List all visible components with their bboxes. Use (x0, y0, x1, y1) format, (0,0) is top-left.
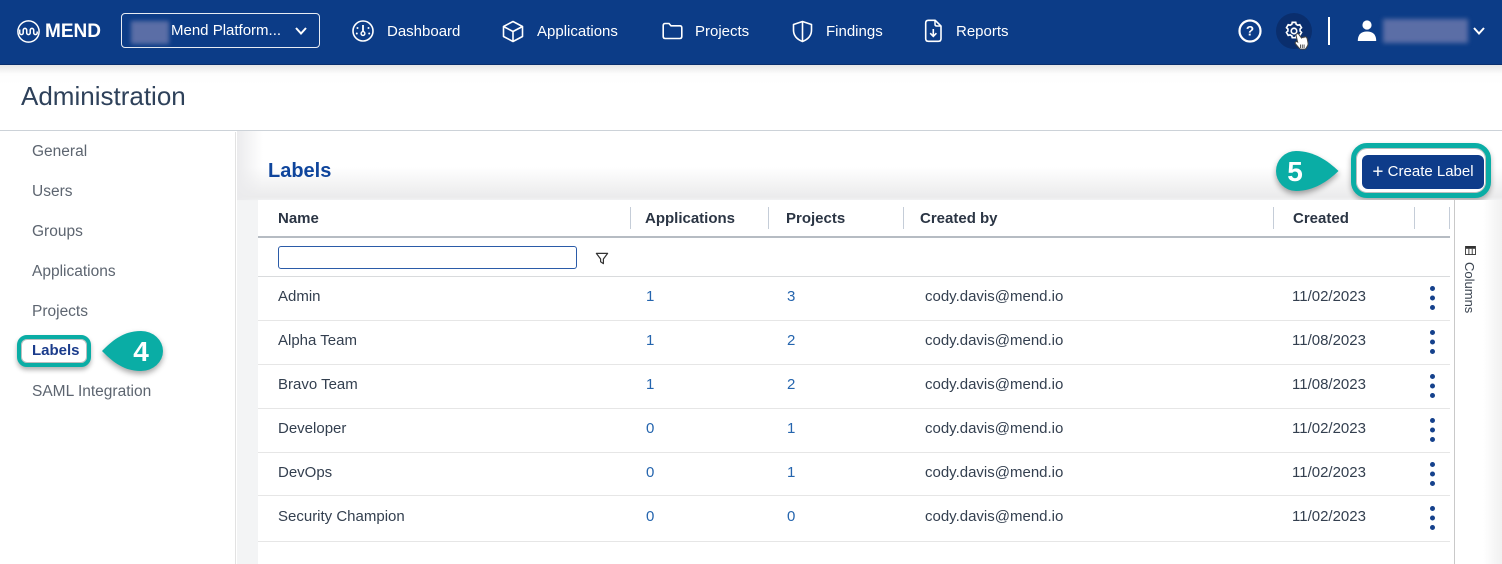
svg-text:5: 5 (1287, 156, 1303, 187)
svg-text:4: 4 (133, 336, 149, 367)
svg-text:?: ? (1246, 24, 1254, 39)
